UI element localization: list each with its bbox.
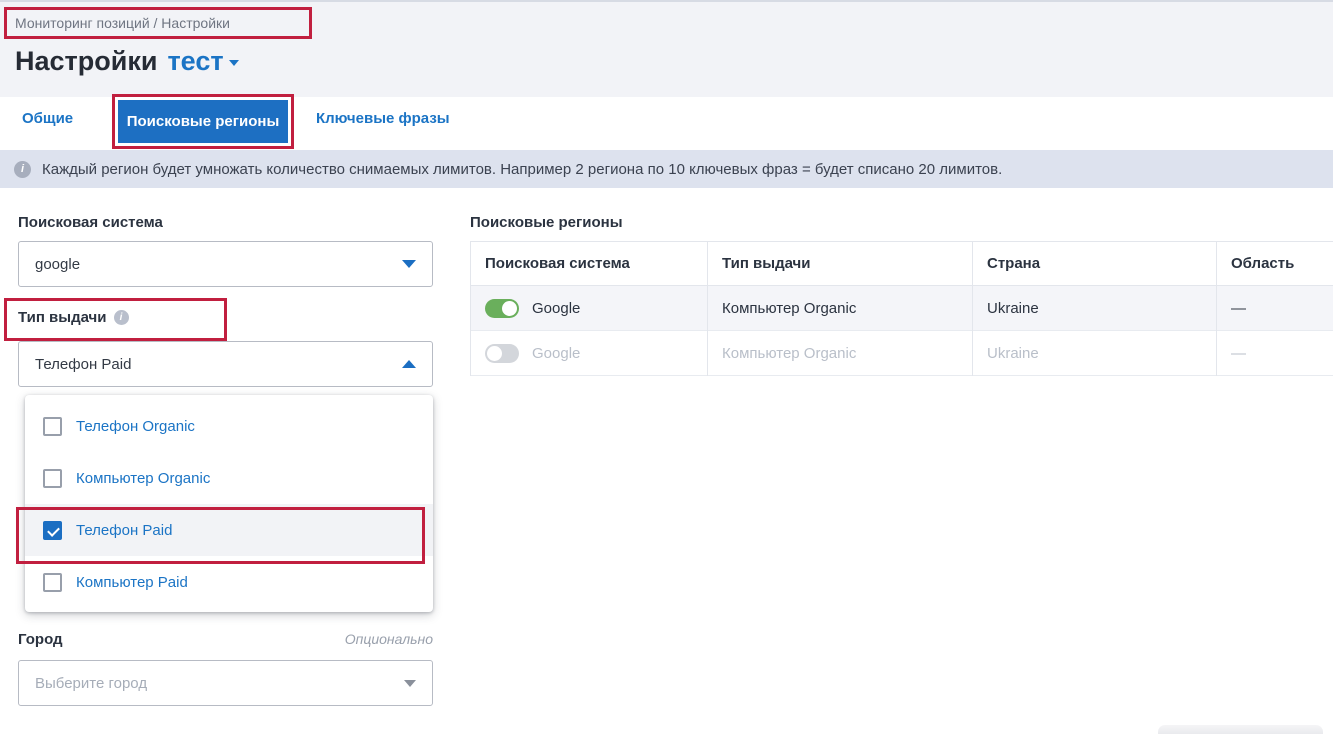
option-label: Компьютер Organic <box>76 469 211 487</box>
tab-bar: Общие Поисковые регионы Ключевые фразы <box>0 94 1333 150</box>
region-cell: — <box>1216 330 1333 376</box>
serp-type-label: Тип выдачи <box>18 309 129 326</box>
region-cell: — <box>1216 285 1333 331</box>
column-header-engine: Поисковая система <box>470 241 708 286</box>
column-header-region: Область <box>1216 241 1333 286</box>
page-title: Настройки тест <box>15 46 239 77</box>
info-icon[interactable] <box>113 310 129 325</box>
widget-edge <box>1158 725 1323 734</box>
option-label: Компьютер Paid <box>76 573 188 591</box>
chevron-up-icon <box>402 360 416 368</box>
city-select[interactable]: Выберите город <box>18 660 433 706</box>
dropdown-option-desktop-organic[interactable]: Компьютер Organic <box>25 452 433 504</box>
info-banner-text: Каждый регион будет умножать количество … <box>42 160 1003 178</box>
checkbox-unchecked[interactable] <box>43 572 62 592</box>
toggle-on[interactable] <box>485 298 519 318</box>
info-banner: Каждый регион будет умножать количество … <box>0 150 1333 188</box>
breadcrumb[interactable]: Мониторинг позиций / Настройки <box>7 15 230 31</box>
regions-table-heading: Поисковые регионы <box>470 214 623 231</box>
serp-type-label-text: Тип выдачи <box>18 309 107 326</box>
column-header-serp-type: Тип выдачи <box>707 241 973 286</box>
tab-search-regions[interactable]: Поисковые регионы <box>118 100 288 143</box>
search-engine-value: google <box>35 255 81 273</box>
info-icon <box>14 160 31 178</box>
table-row: Google Компьютер Organic Ukraine — <box>470 330 1333 376</box>
serp-type-value: Телефон Paid <box>35 355 132 373</box>
annotation-box-breadcrumb: Мониторинг позиций / Настройки <box>4 7 312 39</box>
city-field-header: Город Опционально <box>18 631 433 648</box>
annotation-box-selected-option <box>16 507 425 564</box>
chevron-down-icon <box>228 59 239 66</box>
city-placeholder: Выберите город <box>35 674 148 692</box>
page-header: Мониторинг позиций / Настройки Настройки… <box>0 0 1333 97</box>
engine-name: Google <box>532 299 581 317</box>
toggle-off[interactable] <box>485 343 519 363</box>
serp-type-cell: Компьютер Organic <box>707 285 973 331</box>
chevron-down-icon <box>402 260 416 268</box>
column-header-country: Страна <box>972 241 1217 286</box>
country-cell: Ukraine <box>972 330 1217 376</box>
regions-table-container: Поисковая система Тип выдачи Страна Обла… <box>470 241 1333 376</box>
country-cell: Ukraine <box>972 285 1217 331</box>
checkbox-unchecked[interactable] <box>43 416 62 436</box>
tab-key-phrases[interactable]: Ключевые фразы <box>316 110 450 127</box>
table-header-row: Поисковая система Тип выдачи Страна Обла… <box>470 241 1333 286</box>
toggle-knob <box>502 300 517 316</box>
serp-type-dropdown: Телефон Organic Компьютер Organic Телефо… <box>25 395 433 612</box>
search-engine-select[interactable]: google <box>18 241 433 287</box>
search-engine-label: Поисковая система <box>18 214 163 231</box>
table-row: Google Компьютер Organic Ukraine — <box>470 285 1333 331</box>
city-label: Город <box>18 631 63 648</box>
engine-name: Google <box>532 344 581 362</box>
regions-table: Поисковая система Тип выдачи Страна Обла… <box>470 241 1333 376</box>
project-selector[interactable]: тест <box>167 46 223 76</box>
serp-type-cell: Компьютер Organic <box>707 330 973 376</box>
tab-general[interactable]: Общие <box>22 110 73 127</box>
checkbox-unchecked[interactable] <box>43 468 62 488</box>
serp-type-select[interactable]: Телефон Paid <box>18 341 433 387</box>
optional-hint: Опционально <box>344 631 433 647</box>
toggle-knob <box>487 345 502 361</box>
annotation-box-active-tab: Поисковые регионы <box>112 94 294 149</box>
dropdown-option-phone-organic[interactable]: Телефон Organic <box>25 400 433 452</box>
chevron-down-icon <box>404 679 416 687</box>
page-title-text: Настройки <box>15 46 158 76</box>
option-label: Телефон Organic <box>76 417 195 435</box>
